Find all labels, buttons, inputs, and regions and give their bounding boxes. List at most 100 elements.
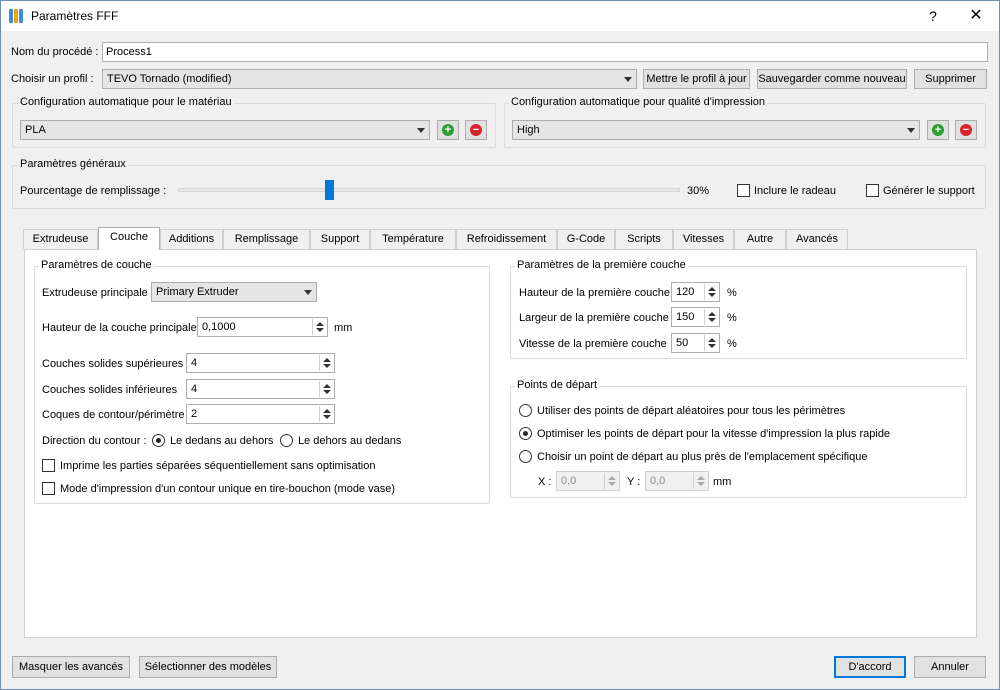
remove-quality-button[interactable]: −	[955, 120, 977, 140]
profile-label: Choisir un profil :	[11, 73, 94, 85]
support-checkbox[interactable]	[866, 184, 879, 197]
minus-icon: −	[960, 124, 972, 136]
first-layer-height-value: 120	[676, 286, 695, 298]
spin-arrows-icon[interactable]	[312, 319, 326, 335]
tab-autre[interactable]: Autre	[734, 229, 786, 249]
direction-inside-radio[interactable]	[152, 434, 165, 447]
start-specific-label: Choisir un point de départ au plus près …	[537, 451, 868, 463]
tab-scripts[interactable]: Scripts	[615, 229, 673, 249]
general-settings-title: Paramètres généraux	[18, 158, 128, 170]
ok-button[interactable]: D'accord	[834, 656, 906, 678]
chevron-down-icon	[907, 128, 915, 133]
tab-support[interactable]: Support	[310, 229, 370, 249]
add-material-button[interactable]: +	[437, 120, 459, 140]
spin-arrows-icon[interactable]	[319, 406, 333, 422]
tab-additions[interactable]: Additions	[160, 229, 223, 249]
tab-remplissage[interactable]: Remplissage	[223, 229, 310, 249]
help-button[interactable]: ?	[922, 6, 944, 26]
main-extruder-select[interactable]: Primary Extruder	[151, 282, 317, 302]
tab-couche[interactable]: Couche	[98, 227, 160, 250]
first-layer-width-label: Largeur de la première couche	[519, 312, 669, 324]
main-extruder-label: Extrudeuse principale	[42, 287, 148, 299]
layer-height-label: Hauteur de la couche principale	[42, 322, 197, 334]
first-layer-speed-label: Vitesse de la première couche	[519, 338, 667, 350]
start-x-spinbox[interactable]: 0,0	[556, 471, 620, 491]
delete-profile-button[interactable]: Supprimer	[914, 69, 987, 89]
first-layer-speed-spinbox[interactable]: 50	[671, 333, 720, 353]
update-profile-button[interactable]: Mettre le profil à jour	[643, 69, 750, 89]
support-label: Générer le support	[883, 185, 975, 197]
window-title: Paramètres FFF	[31, 9, 119, 23]
cancel-button[interactable]: Annuler	[914, 656, 986, 678]
title-bar: Paramètres FFF ? ✕	[1, 1, 999, 31]
tab-avances[interactable]: Avancés	[786, 229, 848, 249]
tab-extrudeuse[interactable]: Extrudeuse	[23, 229, 98, 249]
start-random-label: Utiliser des points de départ aléatoires…	[537, 405, 846, 417]
profile-select[interactable]: TEVO Tornado (modified)	[102, 69, 637, 89]
auto-quality-title: Configuration automatique pour qualité d…	[509, 96, 768, 108]
spin-arrows-icon[interactable]	[704, 284, 718, 300]
profile-select-value: TEVO Tornado (modified)	[107, 73, 232, 85]
layer-height-unit: mm	[334, 322, 353, 334]
sequential-checkbox[interactable]	[42, 459, 55, 472]
material-select-value: PLA	[25, 124, 46, 136]
tab-temperature[interactable]: Température	[370, 229, 456, 249]
tab-gcode[interactable]: G-Code	[557, 229, 615, 249]
material-select[interactable]: PLA	[20, 120, 430, 140]
layer-height-spinbox[interactable]: 0,1000	[197, 317, 328, 337]
top-layers-value: 4	[191, 357, 198, 369]
spin-arrows-icon[interactable]	[319, 381, 333, 397]
perimeter-value: 2	[191, 408, 198, 420]
add-quality-button[interactable]: +	[927, 120, 949, 140]
tab-refroidissement[interactable]: Refroidissement	[456, 229, 557, 249]
quality-select[interactable]: High	[512, 120, 920, 140]
spin-arrows-icon[interactable]	[704, 335, 718, 351]
main-extruder-value: Primary Extruder	[156, 286, 239, 298]
first-layer-width-unit: %	[727, 312, 737, 324]
start-optimize-radio[interactable]	[519, 427, 532, 440]
chevron-down-icon	[417, 128, 425, 133]
direction-outside-radio[interactable]	[280, 434, 293, 447]
first-layer-height-spinbox[interactable]: 120	[671, 282, 720, 302]
tab-vitesses[interactable]: Vitesses	[673, 229, 734, 249]
save-as-new-button[interactable]: Sauvegarder comme nouveau	[757, 69, 907, 89]
top-layers-spinbox[interactable]: 4	[186, 353, 335, 373]
first-layer-width-value: 150	[676, 311, 695, 323]
perimeter-spinbox[interactable]: 2	[186, 404, 335, 424]
start-random-radio[interactable]	[519, 404, 532, 417]
bottom-layers-spinbox[interactable]: 4	[186, 379, 335, 399]
select-models-button[interactable]: Sélectionner des modèles	[139, 656, 277, 678]
remove-material-button[interactable]: −	[465, 120, 487, 140]
start-unit: mm	[713, 476, 732, 488]
start-specific-radio[interactable]	[519, 450, 532, 463]
first-layer-width-spinbox[interactable]: 150	[671, 307, 720, 327]
infill-slider-track[interactable]	[178, 188, 680, 192]
spin-arrows-icon[interactable]	[604, 473, 618, 489]
spin-arrows-icon[interactable]	[704, 309, 718, 325]
start-y-value: 0,0	[650, 475, 666, 487]
start-y-spinbox[interactable]: 0,0	[645, 471, 709, 491]
close-button[interactable]: ✕	[963, 5, 989, 27]
auto-material-title: Configuration automatique pour le matéri…	[18, 96, 234, 108]
start-x-value: 0,0	[561, 475, 577, 487]
first-layer-speed-unit: %	[727, 338, 737, 350]
start-y-label: Y :	[627, 476, 641, 488]
bottom-layers-value: 4	[191, 383, 198, 395]
first-layer-title: Paramètres de la première couche	[515, 259, 688, 271]
hide-advanced-button[interactable]: Masquer les avancés	[12, 656, 130, 678]
raft-checkbox[interactable]	[737, 184, 750, 197]
infill-value: 30%	[687, 185, 710, 197]
sequential-label: Imprime les parties séparées séquentiell…	[60, 460, 376, 472]
direction-label: Direction du contour :	[42, 435, 147, 447]
spin-arrows-icon[interactable]	[693, 473, 707, 489]
chevron-down-icon	[624, 77, 632, 82]
vase-mode-checkbox[interactable]	[42, 482, 55, 495]
layer-height-value: 0,1000	[202, 321, 236, 333]
infill-slider-handle[interactable]	[324, 180, 334, 200]
process-name-input[interactable]: Process1	[102, 42, 988, 62]
chevron-down-icon	[304, 290, 312, 295]
raft-label: Inclure le radeau	[754, 185, 836, 197]
layer-settings-title: Paramètres de couche	[39, 259, 154, 271]
spin-arrows-icon[interactable]	[319, 355, 333, 371]
infill-label: Pourcentage de remplissage :	[20, 185, 167, 197]
